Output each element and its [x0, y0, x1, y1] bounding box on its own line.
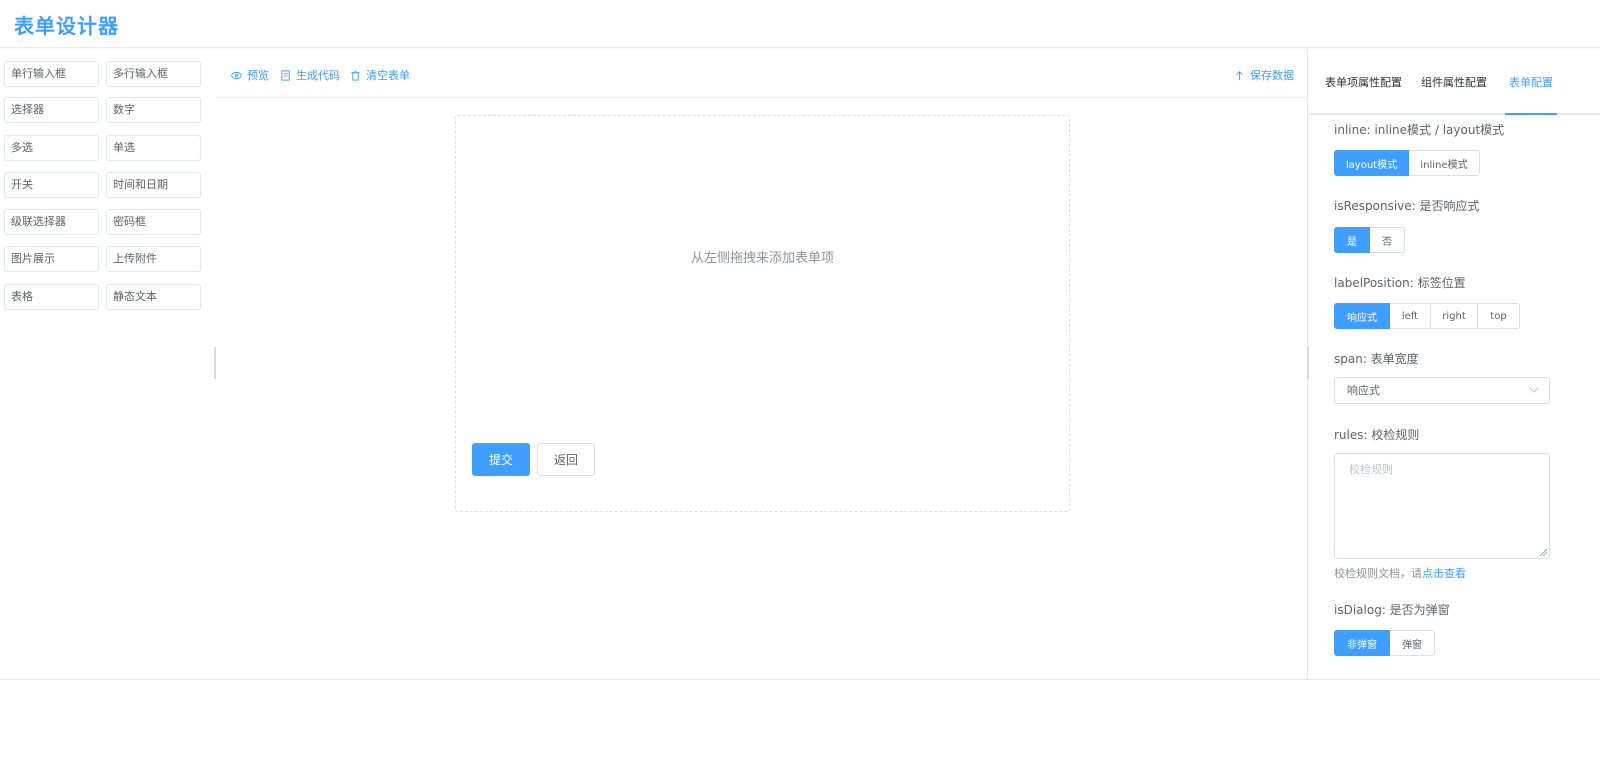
component-item[interactable]: 图片展示	[4, 246, 99, 272]
component-item[interactable]: 单选	[106, 135, 201, 161]
tab-form-item-config[interactable]: 表单项属性配置	[1325, 74, 1402, 90]
preview-label: 预览	[247, 69, 269, 82]
rules-help-link[interactable]: 点击查看	[1422, 567, 1466, 580]
generate-code-label: 生成代码	[296, 69, 340, 82]
toolbar: 预览 生成代码 清空表单 保存数据	[216, 49, 1308, 98]
component-item[interactable]: 选择器	[4, 97, 99, 123]
chevron-down-icon	[1529, 387, 1539, 393]
responsive-option-yes[interactable]: 是	[1334, 227, 1370, 253]
app-title: 表单设计器	[14, 14, 119, 38]
label-position-option-responsive[interactable]: 响应式	[1334, 303, 1390, 329]
component-item[interactable]: 单行输入框	[4, 61, 99, 87]
document-icon	[281, 69, 290, 81]
component-item[interactable]: 开关	[4, 172, 99, 198]
dialog-label: isDialog: 是否为弹窗	[1334, 603, 1450, 617]
save-data-label: 保存数据	[1250, 69, 1294, 82]
bottom-divider	[0, 679, 1600, 680]
back-button[interactable]: 返回	[537, 443, 595, 476]
empty-tip: 从左侧拖拽来添加表单项	[690, 251, 834, 266]
responsive-label: isResponsive: 是否响应式	[1334, 199, 1480, 213]
rules-textarea[interactable]: 校检规则	[1334, 453, 1550, 559]
component-item[interactable]: 多选	[4, 135, 99, 161]
component-item[interactable]: 上传附件	[106, 246, 201, 272]
component-item[interactable]: 级联选择器	[4, 209, 99, 235]
component-item[interactable]: 时间和日期	[106, 172, 201, 198]
rules-label: rules: 校检规则	[1334, 428, 1420, 442]
span-select-value: 响应式	[1347, 384, 1380, 397]
preview-button[interactable]: 预览	[231, 67, 269, 83]
responsive-radio-group: 是 否	[1334, 227, 1405, 253]
label-position-option-left[interactable]: left	[1390, 303, 1431, 329]
rules-placeholder: 校检规则	[1349, 463, 1393, 476]
component-item[interactable]: 数字	[106, 97, 201, 123]
span-select[interactable]: 响应式	[1334, 377, 1550, 404]
rules-help-text: 校检规则文档，请	[1334, 567, 1422, 580]
component-palette: 单行输入框 多行输入框 选择器 数字 多选 单选 开关 时间和日期 级联选择器 …	[0, 49, 216, 679]
config-tabs: 表单项属性配置 组件属性配置 表单配置	[1309, 49, 1600, 115]
dialog-option-dialog[interactable]: 弹窗	[1390, 630, 1435, 656]
dialog-radio-group: 非弹窗 弹窗	[1334, 630, 1435, 656]
span-label: span: 表单宽度	[1334, 352, 1419, 366]
component-item[interactable]: 多行输入框	[106, 61, 201, 87]
rules-help: 校检规则文档，请点击查看	[1334, 565, 1466, 581]
clear-form-button[interactable]: 清空表单	[350, 67, 410, 83]
label-position-option-top[interactable]: top	[1478, 303, 1520, 329]
eye-icon	[231, 71, 242, 79]
inline-radio-group: layout模式 inline模式	[1334, 150, 1480, 176]
label-position-label: labelPosition: 标签位置	[1334, 276, 1466, 290]
designer-area: 预览 生成代码 清空表单 保存数据 从左侧拖拽来添加表单项 提交 返回	[216, 49, 1308, 679]
component-item[interactable]: 密码框	[106, 209, 201, 235]
resize-grip-icon[interactable]	[1540, 549, 1547, 556]
tab-form-config[interactable]: 表单配置	[1509, 74, 1553, 90]
active-tab-indicator	[1505, 113, 1557, 115]
label-position-option-right[interactable]: right	[1431, 303, 1478, 329]
generate-code-button[interactable]: 生成代码	[280, 67, 340, 83]
trash-icon	[351, 70, 360, 81]
form-canvas[interactable]: 从左侧拖拽来添加表单项 提交 返回	[455, 115, 1070, 512]
responsive-option-no[interactable]: 否	[1370, 227, 1405, 253]
inline-label: inline: inline模式 / layout模式	[1334, 123, 1505, 137]
upload-arrow-icon	[1236, 70, 1243, 80]
component-item[interactable]: 静态文本	[106, 284, 201, 310]
label-position-radio-group: 响应式 left right top	[1334, 303, 1520, 329]
app-header: 表单设计器	[0, 0, 1600, 48]
config-panel: 表单项属性配置 组件属性配置 表单配置 inline: inline模式 / l…	[1309, 49, 1600, 679]
clear-form-label: 清空表单	[366, 69, 410, 82]
submit-button[interactable]: 提交	[472, 443, 530, 476]
tab-component-config[interactable]: 组件属性配置	[1421, 74, 1487, 90]
dialog-option-non-dialog[interactable]: 非弹窗	[1334, 630, 1390, 656]
save-data-button[interactable]: 保存数据	[1234, 67, 1294, 83]
component-item[interactable]: 表格	[4, 284, 99, 310]
inline-option-layout[interactable]: layout模式	[1334, 150, 1409, 176]
inline-option-inline[interactable]: inline模式	[1409, 150, 1480, 176]
